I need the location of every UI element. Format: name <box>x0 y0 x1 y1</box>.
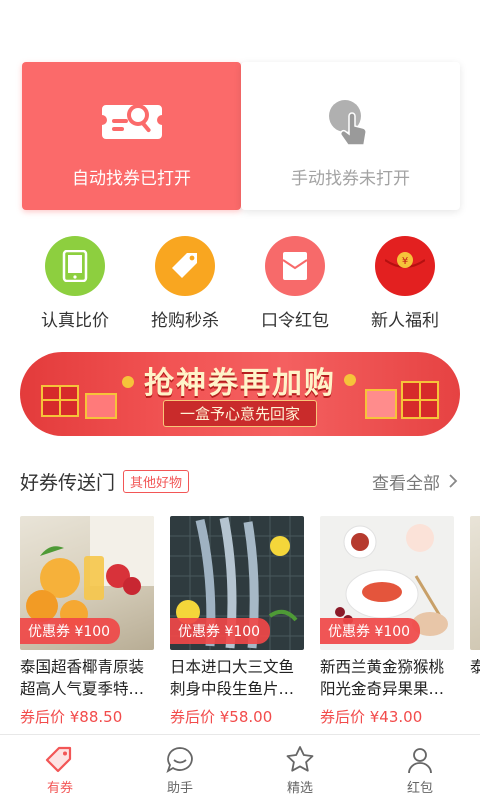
category-newcomer-benefit[interactable]: ¥ 新人福利 <box>355 236 455 331</box>
category-grid: 认真比价 抢购秒杀 口令红包 ¥ 新人福利 <box>0 236 480 331</box>
product-title: 泰 <box>470 658 480 676</box>
manual-find-coupon-label: 手动找券未打开 <box>291 169 410 189</box>
banner-title: 抢神券再加购 <box>144 366 336 401</box>
product-image <box>470 516 480 650</box>
product-card[interactable]: 优惠券 ¥100 新西兰黄金猕猴桃阳光金奇异果果… 券后价 ¥43.00 <box>320 516 454 730</box>
product-price: 券后价 ¥43.00 <box>320 708 423 726</box>
section-header: 好券传送门 其他好物 查看全部 <box>20 464 460 498</box>
coupon-badge: 优惠券 ¥100 <box>170 618 271 644</box>
product-title: 泰国超香椰青原装超高人气夏季特… <box>20 658 145 698</box>
person-icon <box>408 748 432 774</box>
product-price: 券后价 ¥58.00 <box>170 708 273 726</box>
tab-redpacket[interactable]: 红包 <box>360 735 480 800</box>
product-card[interactable]: 优惠券 ¥100 泰国超香椰青原装超高人气夏季特… 券后价 ¥88.50 <box>20 516 154 730</box>
product-card[interactable]: 泰 <box>470 516 480 730</box>
banner-subtitle: 一盒予心意先回家 <box>162 400 318 427</box>
tab-label: 有券 <box>46 781 73 796</box>
auto-find-coupon-card[interactable]: 自动找券已打开 <box>22 62 241 210</box>
tab-coupons[interactable]: 有券 <box>0 735 120 800</box>
category-flash-sale[interactable]: 抢购秒杀 <box>135 236 235 331</box>
tab-assistant[interactable]: 助手 <box>120 735 240 800</box>
product-title: 新西兰黄金猕猴桃阳光金奇异果果… <box>320 658 445 698</box>
star-icon <box>286 746 314 772</box>
mode-switcher: 自动找券已打开 手动找券未打开 <box>22 62 460 210</box>
coupon-search-icon <box>100 96 164 148</box>
manual-find-coupon-card[interactable]: 手动找券未打开 <box>241 62 460 210</box>
view-all-link[interactable]: 查看全部 <box>372 469 460 494</box>
section-title: 好券传送门 <box>20 471 116 494</box>
other-goods-tag[interactable]: 其他好物 <box>123 469 190 493</box>
product-image: 优惠券 ¥100 <box>170 516 304 650</box>
category-label: 口令红包 <box>261 311 329 331</box>
phone-icon <box>45 236 105 296</box>
tab-featured[interactable]: 精选 <box>240 735 360 800</box>
category-label: 新人福利 <box>371 311 439 331</box>
tab-label: 助手 <box>166 781 193 796</box>
auto-find-coupon-label: 自动找券已打开 <box>72 169 191 189</box>
view-all-label: 查看全部 <box>372 473 440 494</box>
coupon-tag-icon <box>45 746 72 773</box>
product-title: 日本进口大三文鱼刺身中段生鱼片… <box>170 658 295 698</box>
category-code-redpacket[interactable]: 口令红包 <box>245 236 345 331</box>
bottom-tab-bar: 有券 助手 精选 红包 <box>0 734 480 800</box>
category-label: 认真比价 <box>41 311 109 331</box>
hand-tap-icon <box>319 96 383 148</box>
chat-bubble-icon <box>166 747 193 774</box>
tab-label: 红包 <box>406 781 433 796</box>
category-label: 抢购秒杀 <box>151 311 219 331</box>
tab-label: 精选 <box>286 781 313 796</box>
tag-icon <box>155 236 215 296</box>
product-card[interactable]: 优惠券 ¥100 日本进口大三文鱼刺身中段生鱼片… 券后价 ¥58.00 <box>170 516 304 730</box>
category-compare-price[interactable]: 认真比价 <box>25 236 125 331</box>
envelope-icon <box>265 236 325 296</box>
coupon-badge: 优惠券 ¥100 <box>320 618 421 644</box>
product-image: 优惠券 ¥100 <box>320 516 454 650</box>
product-carousel: 优惠券 ¥100 泰国超香椰青原装超高人气夏季特… 券后价 ¥88.50 优惠券… <box>20 516 480 730</box>
product-image: 优惠券 ¥100 <box>20 516 154 650</box>
svg-text:¥: ¥ <box>402 256 408 267</box>
product-price: 券后价 ¥88.50 <box>20 708 123 726</box>
red-packet-icon: ¥ <box>375 236 435 296</box>
coupon-badge: 优惠券 ¥100 <box>20 618 121 644</box>
chevron-right-icon <box>449 474 458 488</box>
promo-banner[interactable]: 抢神券再加购 一盒予心意先回家 <box>20 352 460 436</box>
